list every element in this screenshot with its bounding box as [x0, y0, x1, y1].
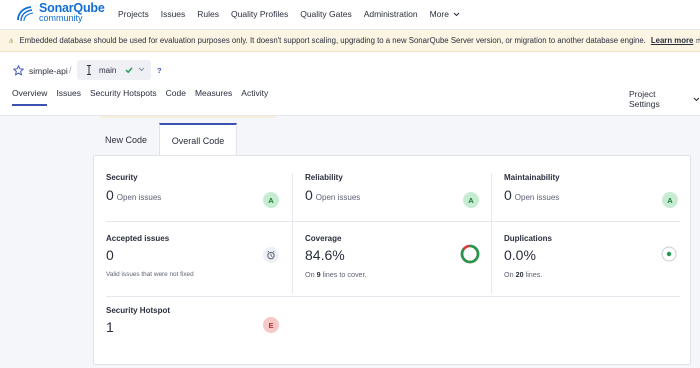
security-grade-badge[interactable]: A [263, 192, 279, 208]
security-hotspot-title: Security Hotspot [106, 306, 171, 315]
security-value[interactable]: 0 [106, 187, 114, 203]
sonarqube-logo-icon [17, 6, 34, 22]
favorite-star-icon[interactable] [13, 65, 24, 76]
security-hotspot-value[interactable]: 1 [106, 319, 170, 335]
accepted-issues-value[interactable]: 0 [106, 247, 194, 263]
duplications-indicator-icon [661, 246, 677, 262]
reliability-title: Reliability [305, 173, 343, 182]
project-tabs: Overview Issues Security Hotspots Code M… [12, 88, 277, 106]
duplications-sub-prefix: On [504, 270, 514, 279]
chevron-down-icon [138, 67, 145, 72]
column-divider [292, 173, 293, 293]
project-name[interactable]: simple-api [29, 66, 68, 76]
tab-code[interactable]: Code [166, 88, 186, 106]
maintainability-title: Maintainability [504, 173, 560, 182]
faint-divider [100, 116, 276, 118]
branch-icon [87, 65, 91, 75]
tab-activity[interactable]: Activity [241, 88, 268, 106]
row-divider [106, 296, 680, 297]
tab-issues[interactable]: Issues [56, 88, 81, 106]
logo-name: SonarQube [39, 1, 105, 15]
tab-security-hotspots[interactable]: Security Hotspots [90, 88, 157, 106]
chevron-down-icon [693, 97, 700, 101]
duplications-value[interactable]: 0.0% [504, 247, 552, 263]
duplications-title: Duplications [504, 234, 553, 243]
warning-icon [9, 38, 14, 43]
accepted-issues-measure[interactable]: Accepted issues 0 Valid issues that were… [106, 234, 194, 278]
tab-overall-code[interactable]: Overall Code [159, 123, 237, 156]
project-settings-label: Project Settings [629, 89, 660, 109]
learn-more-link[interactable]: Learn more [651, 36, 693, 45]
main-nav: Projects Issues Rules Quality Profiles Q… [118, 9, 472, 19]
branch-selector[interactable]: main [77, 60, 151, 80]
security-measure[interactable]: Security 0 Open issues [106, 173, 161, 203]
security-hotspot-measure[interactable]: Security Hotspot 1 [106, 306, 170, 335]
reliability-value[interactable]: 0 [305, 187, 313, 203]
breadcrumb-separator: / [69, 65, 72, 75]
duplications-measure[interactable]: Duplications 0.0% On 20 lines. [504, 234, 552, 279]
nav-administration[interactable]: Administration [364, 9, 418, 19]
nav-quality-profiles[interactable]: Quality Profiles [231, 9, 288, 19]
reliability-unit: Open issues [315, 193, 361, 202]
coverage-measure[interactable]: Coverage 84.6% On 9 lines to cover. [305, 234, 367, 279]
coverage-sub-suffix: lines to cover. [322, 270, 367, 279]
maintainability-grade-badge[interactable]: A [662, 192, 678, 208]
check-icon [125, 67, 133, 74]
maintainability-value[interactable]: 0 [504, 187, 512, 203]
sonarqube-logo[interactable]: SonarQube community [15, 1, 105, 23]
nav-rules[interactable]: Rules [197, 9, 219, 19]
coverage-lines-count[interactable]: 9 [317, 270, 321, 279]
tab-new-code-label: New Code [104, 134, 148, 145]
duplications-sub-suffix: lines. [525, 270, 543, 279]
code-period-tabs: New Code Overall Code [93, 123, 691, 156]
project-header: simple-api / main ? Overview Issues Secu… [0, 52, 700, 116]
chevron-down-icon [453, 12, 460, 16]
column-divider [491, 173, 492, 293]
nav-quality-gates[interactable]: Quality Gates [300, 9, 352, 19]
maintainability-unit: Open issues [514, 193, 560, 202]
branch-name: main [99, 66, 117, 75]
coverage-value[interactable]: 84.6% [305, 247, 367, 263]
warning-banner: Embedded database should be used for eva… [0, 30, 700, 52]
duplications-lines-count[interactable]: 20 [516, 270, 524, 279]
reliability-grade-badge[interactable]: A [463, 192, 479, 208]
nav-more[interactable]: More [430, 9, 460, 19]
security-unit: Open issues [116, 193, 162, 202]
help-icon[interactable]: ? [157, 66, 162, 75]
accepted-issues-title: Accepted issues [106, 234, 170, 243]
nav-projects[interactable]: Projects [118, 9, 149, 19]
tab-overall-code-label: Overall Code [171, 135, 225, 146]
coverage-title: Coverage [305, 234, 342, 243]
banner-message: Embedded database should be used for eva… [19, 36, 646, 45]
reliability-measure[interactable]: Reliability 0 Open issues [305, 173, 360, 203]
tab-new-code[interactable]: New Code [93, 123, 159, 156]
coverage-donut-icon [460, 244, 480, 264]
accepted-issues-description: Valid issues that were not fixed [106, 271, 194, 278]
measures-panel: Security 0 Open issues A Reliability 0 O… [93, 155, 691, 365]
nav-issues[interactable]: Issues [161, 9, 186, 19]
accepted-issues-icon [263, 247, 279, 263]
security-title: Security [106, 173, 138, 182]
row-divider [106, 221, 680, 222]
tab-measures[interactable]: Measures [195, 88, 232, 106]
project-settings-menu[interactable]: Project Settings [629, 89, 700, 109]
tab-overview[interactable]: Overview [12, 88, 48, 106]
coverage-sub-prefix: On [305, 270, 315, 279]
maintainability-measure[interactable]: Maintainability 0 Open issues [504, 173, 560, 203]
nav-more-label: More [429, 9, 449, 19]
security-hotspot-grade-badge[interactable]: E [263, 317, 279, 333]
top-navbar: SonarQube community Projects Issues Rule… [0, 0, 700, 30]
external-link-icon [696, 38, 700, 43]
